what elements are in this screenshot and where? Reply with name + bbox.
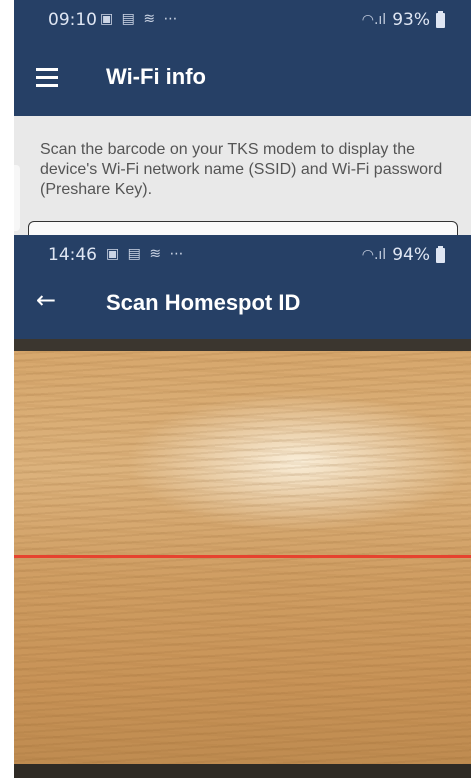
- phone-screen: 09:10 ▣ ▤ ≋ ⋯ ◠.ıl 93% Wi-Fi info Scan t…: [14, 0, 471, 778]
- scan-line: [14, 555, 471, 558]
- arrow-left-icon[interactable]: ←: [36, 286, 56, 314]
- signal-icon: ◠.ıl: [361, 12, 387, 28]
- viewfinder-top-edge: [14, 339, 471, 351]
- status-time: 09:10: [48, 10, 97, 30]
- drawer-edge-handle[interactable]: [14, 165, 20, 231]
- viewfinder-bottom-edge: [14, 764, 471, 778]
- app-bar-wifi-info: Wi-Fi info: [14, 40, 471, 116]
- app-bar-scan: ← Scan Homespot ID: [14, 266, 471, 339]
- notification-icons: ▣ ▤ ≋ ⋯: [100, 11, 180, 27]
- camera-viewfinder[interactable]: [14, 339, 471, 778]
- page-title: Wi-Fi info: [106, 64, 206, 89]
- battery-level-scan: 94%: [392, 245, 430, 265]
- status-time-scan: 14:46: [48, 245, 97, 265]
- status-right-scan: ◠.ıl 94%: [362, 245, 445, 265]
- battery-icon: [436, 10, 445, 28]
- scan-page-title: Scan Homespot ID: [106, 290, 301, 315]
- battery-icon-scan: [436, 245, 445, 263]
- signal-icon-scan: ◠.ıl: [361, 247, 387, 263]
- status-right: ◠.ıl 93%: [362, 10, 445, 30]
- wifi-info-description: Scan the barcode on your TKS modem to di…: [40, 141, 443, 198]
- hamburger-icon[interactable]: [36, 68, 58, 87]
- battery-level: 93%: [392, 10, 430, 30]
- status-bar-top: 09:10 ▣ ▤ ≋ ⋯ ◠.ıl 93%: [14, 0, 471, 40]
- notification-icons-scan: ▣ ▤ ≋ ⋯: [106, 246, 186, 262]
